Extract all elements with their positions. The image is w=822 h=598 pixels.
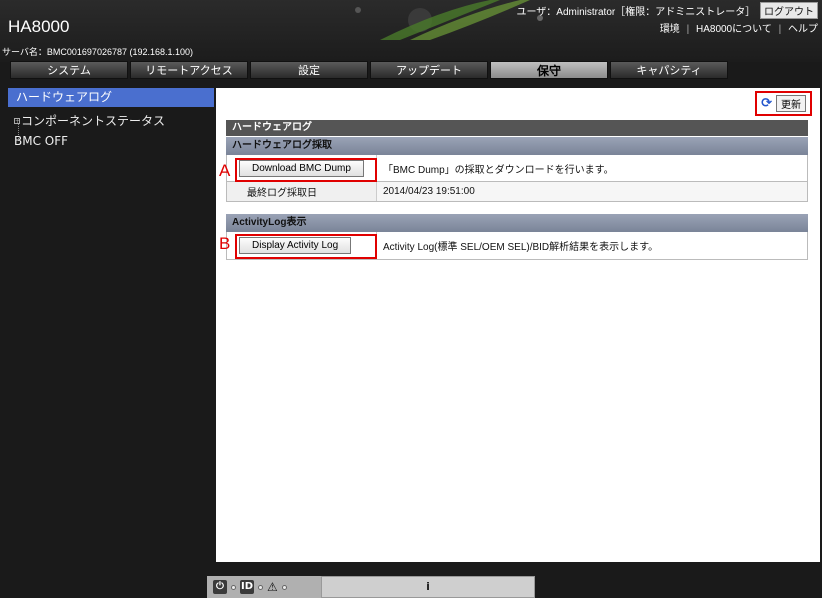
sidebar-item-component-status[interactable]: +コンポーネントステータス <box>14 112 165 129</box>
link-help[interactable]: ヘルプ <box>788 24 818 35</box>
main-content: ⟳ 更新 ハードウェアログ ハードウェアログ採取 Download BMC Du… <box>216 88 820 562</box>
last-log-label: 最終ログ採取日 <box>227 182 377 201</box>
tab-capacity[interactable]: キャパシティ <box>610 61 728 79</box>
logout-button[interactable]: ログアウト <box>760 2 818 19</box>
header-links: 環境 | HA8000について | ヘルプ <box>660 20 818 35</box>
panel-title: ハードウェアログ <box>226 120 808 136</box>
refresh-button[interactable]: 更新 <box>776 95 806 112</box>
footer: ⏻ ID ⚠ i <box>0 566 822 598</box>
tab-update[interactable]: アップデート <box>370 61 488 79</box>
link-separator: | <box>778 24 782 35</box>
app-window: HA8000 サーバ名：BMC001697026787 (192.168.1.1… <box>0 0 822 598</box>
section-hardware-log-collection: ハードウェアログ採取 <box>226 137 808 155</box>
info-bar[interactable]: i <box>321 576 535 598</box>
refresh-icon[interactable]: ⟳ <box>761 96 772 111</box>
warning-icon: ⚠ <box>267 580 278 594</box>
sidebar-item-bmc-off[interactable]: BMC OFF <box>14 134 68 148</box>
id-button[interactable]: ID <box>240 580 254 594</box>
server-name: サーバ名：BMC001697026787 (192.168.1.100) <box>2 47 194 57</box>
warning-led-icon <box>281 584 287 590</box>
tab-settings[interactable]: 設定 <box>250 61 368 79</box>
id-led-icon <box>258 584 263 590</box>
highlight-box-a <box>235 158 377 182</box>
link-separator: | <box>686 24 690 35</box>
power-icon[interactable]: ⏻ <box>213 580 227 594</box>
section-activity-log: ActivityLog表示 <box>226 214 808 232</box>
last-log-row: 最終ログ採取日 2014/04/23 19:51:00 <box>226 182 808 202</box>
expand-icon[interactable]: + <box>14 118 20 125</box>
annotation-a: A <box>219 161 231 180</box>
tab-system[interactable]: システム <box>10 61 128 79</box>
tab-maintenance[interactable]: 保守 <box>490 61 608 79</box>
download-description: 「BMC Dump」の採取とダウンロードを行います。 <box>383 164 614 176</box>
activity-description: Activity Log(標準 SEL/OEM SEL)/BID解析結果を表示し… <box>383 242 659 253</box>
sidebar: ハードウェアログ +コンポーネントステータス BMC OFF <box>8 88 214 562</box>
header: HA8000 サーバ名：BMC001697026787 (192.168.1.1… <box>0 0 822 62</box>
link-environment[interactable]: 環境 <box>660 24 680 35</box>
status-indicators: ⏻ ID ⚠ <box>207 576 327 598</box>
link-about[interactable]: HA8000について <box>696 24 772 35</box>
main-tabs: システム リモートアクセス 設定 アップデート 保守 キャパシティ <box>10 61 730 79</box>
user-info: ユーザ：Administrator［権限：アドミニストレータ］ ログアウト <box>516 2 818 19</box>
sidebar-item-label: コンポーネントステータス <box>21 114 166 128</box>
refresh-area: ⟳ 更新 <box>755 91 812 116</box>
sidebar-item-hardware-log[interactable]: ハードウェアログ <box>8 88 214 107</box>
tab-remote-access[interactable]: リモートアクセス <box>130 61 248 79</box>
annotation-b: B <box>219 234 231 253</box>
last-log-value: 2014/04/23 19:51:00 <box>383 186 475 197</box>
power-led-icon <box>231 584 236 590</box>
user-text: ユーザ：Administrator［権限：アドミニストレータ］ <box>516 7 756 18</box>
brand-name: HA8000 <box>8 17 70 36</box>
highlight-box-b <box>235 234 377 259</box>
